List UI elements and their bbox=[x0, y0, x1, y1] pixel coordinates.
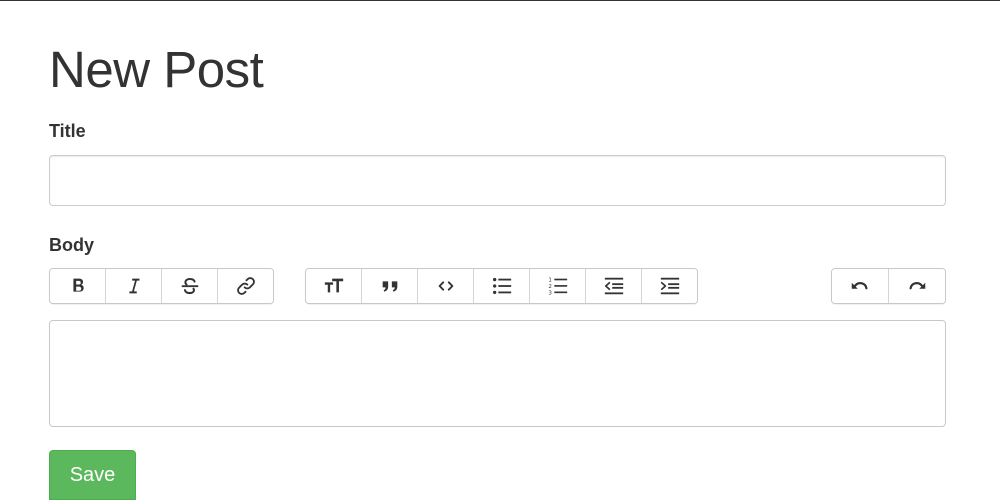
body-editor[interactable] bbox=[49, 320, 946, 427]
save-button[interactable]: Save bbox=[49, 450, 136, 500]
italic-button[interactable] bbox=[106, 269, 162, 303]
svg-text:3: 3 bbox=[548, 290, 552, 296]
heading-button[interactable] bbox=[306, 269, 362, 303]
quote-icon bbox=[382, 281, 397, 292]
redo-icon bbox=[909, 282, 926, 290]
toolbar-group-text-style bbox=[49, 268, 274, 304]
indent-button[interactable] bbox=[642, 269, 697, 303]
undo-icon bbox=[851, 282, 868, 290]
editor-toolbar: 1 2 3 bbox=[49, 268, 946, 304]
top-border bbox=[0, 0, 1000, 1]
strikethrough-button[interactable] bbox=[162, 269, 218, 303]
quote-button[interactable] bbox=[362, 269, 418, 303]
bullet-list-button[interactable] bbox=[474, 269, 530, 303]
svg-text:2: 2 bbox=[548, 284, 552, 290]
title-input[interactable] bbox=[49, 155, 946, 206]
redo-button[interactable] bbox=[889, 269, 945, 303]
code-button[interactable] bbox=[418, 269, 474, 303]
bullet-list-icon bbox=[492, 277, 511, 295]
link-icon bbox=[236, 277, 255, 295]
outdent-button[interactable] bbox=[586, 269, 642, 303]
bold-button[interactable] bbox=[50, 269, 106, 303]
body-label: Body bbox=[49, 235, 94, 255]
undo-button[interactable] bbox=[832, 269, 889, 303]
italic-icon bbox=[128, 278, 139, 294]
code-icon bbox=[438, 281, 453, 291]
title-label: Title bbox=[49, 121, 86, 141]
strikethrough-icon bbox=[181, 278, 198, 295]
outdent-icon bbox=[604, 277, 623, 295]
link-button[interactable] bbox=[218, 269, 273, 303]
indent-icon bbox=[660, 277, 679, 295]
bold-icon bbox=[72, 278, 84, 292]
numbered-list-icon: 1 2 3 bbox=[548, 277, 567, 296]
svg-text:1: 1 bbox=[548, 277, 552, 283]
page-title: New Post bbox=[49, 41, 264, 98]
toolbar-group-block: 1 2 3 bbox=[305, 268, 698, 304]
numbered-list-button[interactable]: 1 2 3 bbox=[530, 269, 586, 303]
toolbar-group-history bbox=[831, 268, 946, 304]
heading-icon bbox=[324, 278, 343, 293]
